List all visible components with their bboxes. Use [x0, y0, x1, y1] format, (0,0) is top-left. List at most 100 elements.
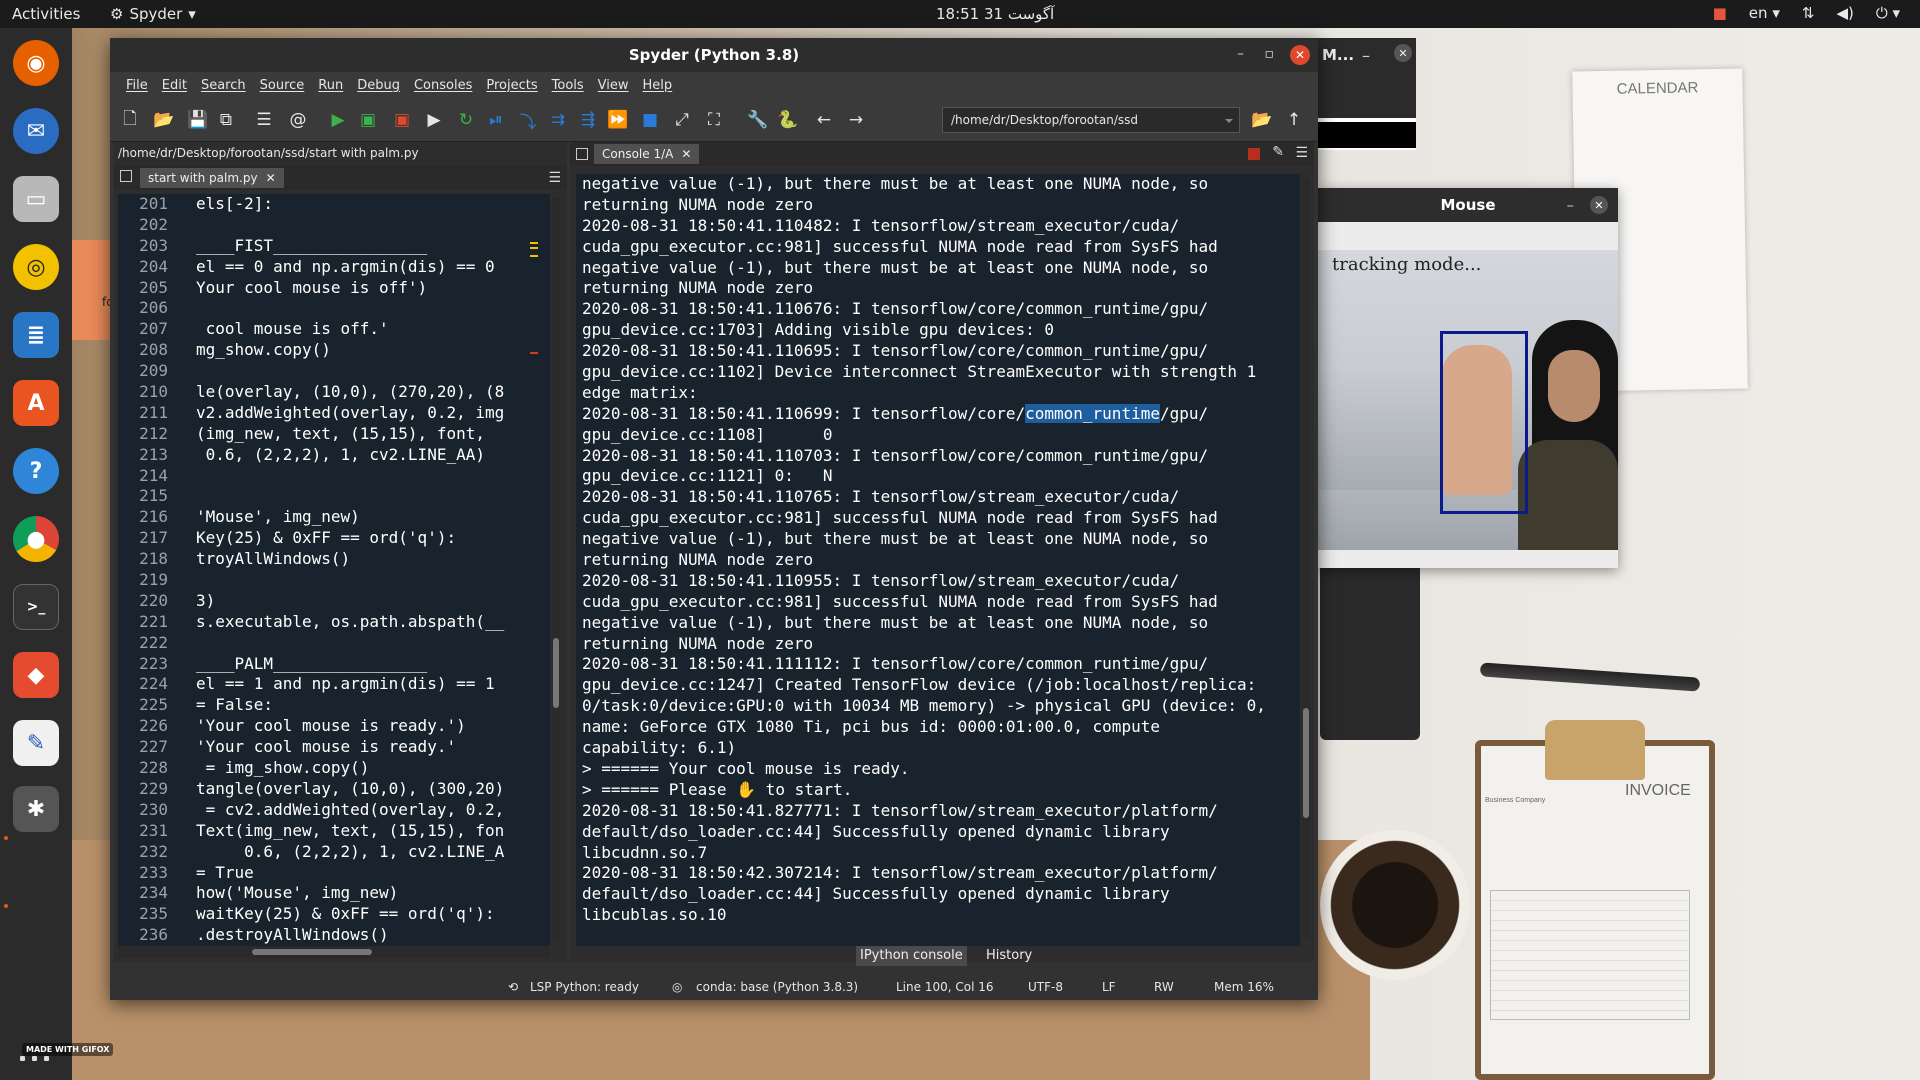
software-center-icon[interactable]: A: [13, 380, 59, 426]
list-icon[interactable]: ☰: [252, 108, 276, 132]
conda-status[interactable]: conda: base (Python 3.8.3): [696, 980, 858, 994]
menu-edit[interactable]: Edit: [162, 78, 187, 93]
back-arrow-icon[interactable]: ←: [812, 108, 836, 132]
code-line[interactable]: 206: [118, 298, 550, 319]
code-line[interactable]: 225 = False:: [118, 695, 550, 716]
pane-icon[interactable]: [576, 148, 588, 160]
step-return-icon[interactable]: ⇶: [576, 108, 600, 132]
close-icon[interactable]: ✕: [1590, 196, 1608, 214]
scrollbar-thumb[interactable]: [1303, 708, 1309, 818]
power-icon[interactable]: ⏻ ▾: [1876, 4, 1900, 22]
code-line[interactable]: 233 = True: [118, 863, 550, 884]
system-tray[interactable]: ■ en ▾ ⇅ ◀) ⏻ ▾: [1713, 4, 1900, 22]
code-line[interactable]: 232 0.6, (2,2,2), 1, cv2.LINE_A: [118, 842, 550, 863]
save-all-icon[interactable]: ⧉: [214, 108, 238, 132]
tab-history[interactable]: History: [982, 946, 1036, 966]
maximize-pane-icon[interactable]: ⤢: [670, 108, 694, 132]
clock[interactable]: 18:51 31 آگوست: [936, 5, 1054, 23]
new-file-icon[interactable]: 🗋: [118, 108, 142, 132]
at-icon[interactable]: @: [286, 108, 310, 132]
code-line[interactable]: 209: [118, 361, 550, 382]
close-icon[interactable]: ✕: [1290, 45, 1310, 65]
rerun-icon[interactable]: ↻: [454, 108, 478, 132]
preferences-icon[interactable]: 🔧: [746, 108, 770, 132]
ipython-console-output[interactable]: negative value (-1), but there must be a…: [576, 174, 1300, 946]
menu-search[interactable]: Search: [201, 78, 246, 93]
volume-icon[interactable]: ◀): [1836, 4, 1853, 22]
code-line[interactable]: 208 mg_show.copy(): [118, 340, 550, 361]
minimize-icon[interactable]: –: [1362, 46, 1370, 65]
language-indicator[interactable]: en ▾: [1749, 4, 1780, 22]
save-icon[interactable]: 💾: [186, 108, 210, 132]
code-line[interactable]: 228 = img_show.copy(): [118, 758, 550, 779]
tab-ipython-console[interactable]: IPython console: [856, 946, 967, 966]
spyder-dock-icon[interactable]: ✱: [13, 786, 59, 832]
run-cell-icon[interactable]: ▣: [356, 108, 380, 132]
minimize-icon[interactable]: –: [1237, 46, 1244, 62]
libreoffice-writer-icon[interactable]: ≣: [13, 312, 59, 358]
code-line[interactable]: 222: [118, 633, 550, 654]
options-menu-icon[interactable]: ☰: [1295, 145, 1308, 161]
editor-tab[interactable]: start with palm.py ✕: [140, 168, 284, 188]
app-menu[interactable]: ⚙ Spyder ▾: [110, 5, 196, 23]
text-editor-icon[interactable]: ✎: [13, 720, 59, 766]
step-icon[interactable]: ⤵: [516, 108, 540, 133]
code-line[interactable]: 211 v2.addWeighted(overlay, 0.2, img: [118, 403, 550, 424]
code-line[interactable]: 216 'Mouse', img_new): [118, 507, 550, 528]
code-line[interactable]: 235 waitKey(25) & 0xFF == ord('q'):: [118, 904, 550, 925]
code-line[interactable]: 202: [118, 215, 550, 236]
stop-kernel-icon[interactable]: [1248, 148, 1260, 160]
code-line[interactable]: 218 troyAllWindows(): [118, 549, 550, 570]
scrollbar-thumb[interactable]: [553, 638, 559, 708]
code-line[interactable]: 219: [118, 570, 550, 591]
mouse-window-titlebar[interactable]: Mouse – ✕: [1318, 188, 1618, 222]
menu-consoles[interactable]: Consoles: [414, 78, 472, 93]
spyder-titlebar[interactable]: Spyder (Python 3.8) – ▫ ✕: [110, 38, 1318, 72]
python-path-icon[interactable]: 🐍: [776, 108, 800, 132]
show-applications-icon[interactable]: [20, 1056, 52, 1080]
menu-debug[interactable]: Debug: [357, 78, 400, 93]
step-into-icon[interactable]: ⇉: [546, 108, 570, 132]
menu-run[interactable]: Run: [318, 78, 343, 93]
maximize-icon[interactable]: ▫: [1265, 46, 1275, 62]
menu-projects[interactable]: Projects: [486, 78, 537, 93]
forward-arrow-icon[interactable]: →: [844, 108, 868, 132]
firefox-icon[interactable]: ◉: [13, 40, 59, 86]
code-line[interactable]: 226 'Your cool mouse is ready.'): [118, 716, 550, 737]
code-line[interactable]: 201 els[-2]:: [118, 194, 550, 215]
code-line[interactable]: 236 .destroyAllWindows(): [118, 925, 550, 946]
menu-view[interactable]: View: [598, 78, 629, 93]
console-tab[interactable]: Console 1/A ✕: [594, 144, 700, 164]
code-line[interactable]: 221 s.executable, os.path.abspath(__: [118, 612, 550, 633]
working-directory-field[interactable]: /home/dr/Desktop/forootan/ssd: [942, 107, 1240, 133]
help-icon[interactable]: ?: [13, 448, 59, 494]
anydesk-icon[interactable]: ◆: [13, 652, 59, 698]
code-line[interactable]: 212 (img_new, text, (15,15), font,: [118, 424, 550, 445]
close-icon[interactable]: ✕: [1394, 44, 1412, 62]
debug-icon[interactable]: ⏯: [484, 108, 508, 132]
lsp-status[interactable]: LSP Python: ready: [530, 980, 639, 994]
editor-vertical-scrollbar[interactable]: [552, 198, 560, 940]
chrome-icon[interactable]: ●: [13, 516, 59, 562]
code-line[interactable]: 220 3): [118, 591, 550, 612]
stop-debug-icon[interactable]: ■: [638, 108, 662, 132]
browse-folder-icon[interactable]: 📂: [1250, 108, 1274, 132]
mouse-window[interactable]: Mouse – ✕ tracking mode...: [1318, 188, 1618, 568]
spyder-window[interactable]: Spyder (Python 3.8) – ▫ ✕ File Edit Sear…: [110, 38, 1318, 1000]
code-line[interactable]: 207 cool mouse is off.': [118, 319, 550, 340]
options-menu-icon[interactable]: ☰: [548, 170, 561, 186]
camera-icon[interactable]: ■: [1713, 4, 1727, 22]
code-line[interactable]: 227 'Your cool mouse is ready.': [118, 737, 550, 758]
menu-help[interactable]: Help: [643, 78, 673, 93]
code-line[interactable]: 223 ____PALM________________: [118, 654, 550, 675]
pane-icon[interactable]: [120, 170, 132, 182]
code-line[interactable]: 230 = cv2.addWeighted(overlay, 0.2,: [118, 800, 550, 821]
code-line[interactable]: 231 Text(img_new, text, (15,15), fon: [118, 821, 550, 842]
close-icon[interactable]: ✕: [681, 147, 691, 161]
console-scrollbar[interactable]: [1302, 178, 1310, 938]
mouse-window-background[interactable]: M... – ✕: [1310, 38, 1416, 118]
menu-file[interactable]: File: [126, 78, 148, 93]
code-line[interactable]: 215: [118, 486, 550, 507]
code-line[interactable]: 210 le(overlay, (10,0), (270,20), (8: [118, 382, 550, 403]
thunderbird-icon[interactable]: ✉: [13, 108, 59, 154]
